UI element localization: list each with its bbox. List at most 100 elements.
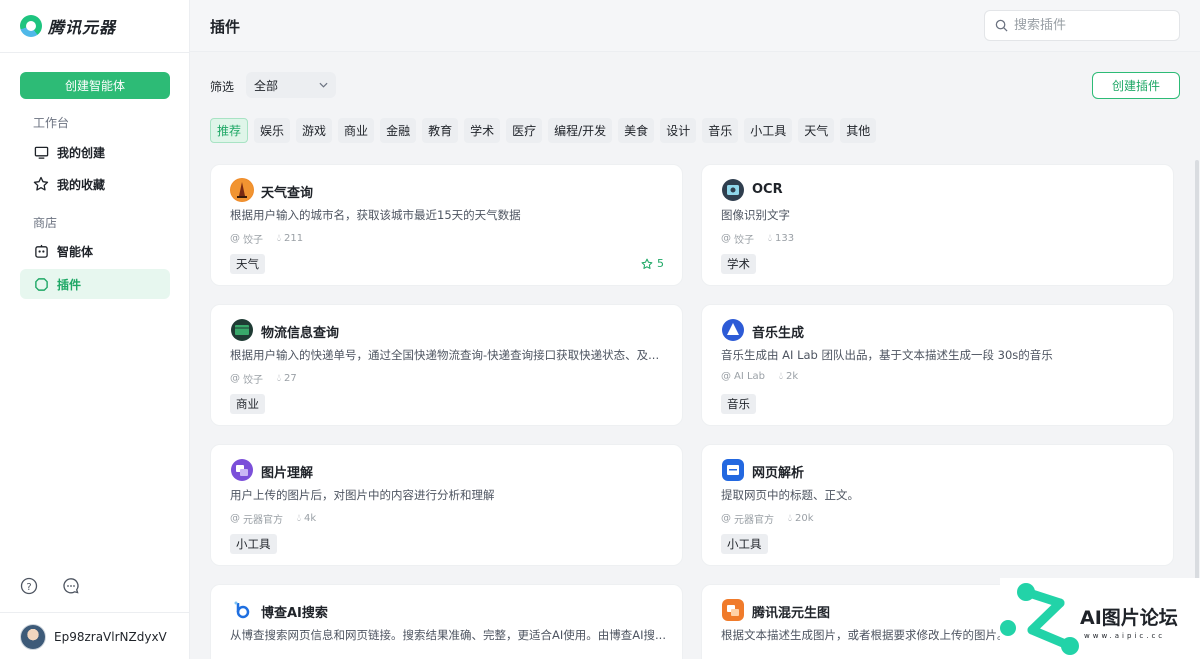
scrollbar[interactable] [1195, 160, 1199, 600]
card-category-tag: 小工具 [230, 534, 277, 554]
at-icon: @ [230, 233, 240, 244]
filter-select[interactable]: 全部 [246, 72, 336, 98]
sidebar: 腾讯元器 创建智能体 工作台 我的创建 我的收藏 商店 智能体 插件 ? Ep9… [0, 0, 190, 659]
card-description: 根据用户输入的快递单号，通过全国快递物流查询-快递查询接口获取快递状态、及... [230, 348, 660, 362]
card-title: OCR [752, 182, 783, 197]
watermark-title: AI图片论坛 [1080, 607, 1178, 629]
card-author: AI Lab [734, 371, 766, 382]
card-description: 根据用户输入的城市名，获取该城市最近15天的天气数据 [230, 208, 521, 222]
flame-icon: 💧︎ [779, 371, 784, 382]
search-box[interactable] [984, 10, 1180, 41]
card-meta: @ AI Lab 💧︎ 2k [721, 371, 798, 382]
image-understanding-icon [230, 458, 254, 482]
tab-games[interactable]: 游戏 [296, 118, 333, 143]
sidebar-item-agents[interactable]: 智能体 [20, 236, 170, 266]
tab-weather[interactable]: 天气 [798, 118, 835, 143]
username: Ep98zraVlrNZdyxV [54, 630, 167, 644]
at-icon: @ [721, 233, 731, 244]
sidebar-item-label: 插件 [57, 277, 82, 292]
plugin-card-ocr[interactable]: OCR 图像识别文字 @ 饺子 💧︎ 133 学术 [701, 164, 1174, 286]
plugin-card-image-understanding[interactable]: 图片理解 用户上传的图片后，对图片中的内容进行分析和理解 @ 元器官方 💧︎ 4k … [210, 444, 683, 566]
card-meta: @ 饺子 💧︎ 133 [721, 231, 794, 246]
card-description: 图像识别文字 [721, 208, 790, 222]
plugin-card-bocha-search[interactable]: 博查AI搜索 从博查搜索网页信息和网页链接。搜索结果准确、完整，更适合AI使用。… [210, 584, 683, 659]
star-icon [641, 258, 653, 269]
avatar [20, 624, 46, 650]
card-category-tag: 小工具 [721, 534, 768, 554]
card-likes: 20k [795, 513, 814, 524]
app-name: 腾讯元器 [48, 18, 117, 37]
weather-tower-icon [230, 178, 254, 202]
divider [0, 612, 190, 613]
flame-icon: 💧︎ [788, 513, 792, 524]
sidebar-item-plugins[interactable]: 插件 [20, 269, 170, 299]
card-author: 元器官方 [734, 515, 774, 526]
watermark: AI图片论坛 www.aipic.cc [1000, 578, 1200, 659]
card-author: 饺子 [243, 235, 263, 246]
app-logo[interactable]: 腾讯元器 [20, 14, 116, 38]
plugin-card-music[interactable]: 音乐生成 音乐生成由 AI Lab 团队出品，基于文本描述生成一段 30s的音乐… [701, 304, 1174, 426]
create-plugin-button[interactable]: 创建插件 [1092, 72, 1180, 99]
tab-finance[interactable]: 金融 [380, 118, 417, 143]
category-tabs: 推荐 娱乐 游戏 商业 金融 教育 学术 医疗 编程/开发 美食 设计 音乐 小… [210, 118, 877, 143]
card-description: 提取网页中的标题、正文。 [721, 488, 859, 502]
card-meta: @ 饺子 💧︎ 27 [230, 371, 297, 386]
tab-other[interactable]: 其他 [840, 118, 877, 143]
hunyuan-image-icon [721, 598, 745, 622]
plugin-icon [33, 276, 49, 292]
feedback-icon[interactable] [62, 577, 80, 595]
section-label-store: 商店 [33, 216, 58, 230]
tab-education[interactable]: 教育 [422, 118, 459, 143]
star-icon [33, 176, 49, 192]
card-likes: 4k [304, 513, 317, 524]
header: 插件 [190, 0, 1200, 52]
card-description: 用户上传的图片后，对图片中的内容进行分析和理解 [230, 488, 495, 502]
tab-design[interactable]: 设计 [660, 118, 697, 143]
card-likes: 211 [284, 233, 304, 244]
web-page-icon [721, 458, 745, 482]
robot-icon [33, 243, 49, 259]
at-icon: @ [721, 513, 731, 524]
page-title: 插件 [210, 18, 241, 36]
card-author: 饺子 [243, 375, 263, 386]
card-title: 天气查询 [261, 186, 314, 201]
sidebar-item-label: 我的创建 [57, 145, 106, 160]
create-agent-button[interactable]: 创建智能体 [20, 72, 170, 99]
flame-icon: 💧︎ [768, 233, 772, 244]
tab-programming[interactable]: 编程/开发 [548, 118, 613, 143]
svg-text:?: ? [26, 582, 31, 593]
tab-medical[interactable]: 医疗 [506, 118, 543, 143]
search-icon [995, 19, 1008, 32]
tab-food[interactable]: 美食 [618, 118, 655, 143]
tab-academic[interactable]: 学术 [464, 118, 501, 143]
card-description: 从博查搜索网页信息和网页链接。搜索结果准确、完整，更适合AI使用。由博查AI搜.… [230, 628, 666, 642]
plugin-card-web-parse[interactable]: 网页解析 提取网页中的标题、正文。 @ 元器官方 💧︎ 20k 小工具 [701, 444, 1174, 566]
sidebar-item-label: 我的收藏 [57, 177, 106, 192]
card-title: 博查AI搜索 [261, 606, 328, 621]
plugin-card-weather[interactable]: 天气查询 根据用户输入的城市名，获取该城市最近15天的天气数据 @ 饺子 💧︎ 21… [210, 164, 683, 286]
watermark-logo-icon [1000, 583, 1079, 655]
card-author: 元器官方 [243, 515, 283, 526]
plugin-card-logistics[interactable]: 物流信息查询 根据用户输入的快递单号，通过全国快递物流查询-快递查询接口获取快递… [210, 304, 683, 426]
filter-selected-value: 全部 [254, 78, 279, 93]
user-profile[interactable]: Ep98zraVlrNZdyxV [20, 624, 167, 650]
card-title: 腾讯混元生图 [752, 606, 831, 621]
sidebar-item-my-creations[interactable]: 我的创建 [20, 137, 170, 167]
tab-entertainment[interactable]: 娱乐 [254, 118, 291, 143]
card-title: 物流信息查询 [261, 326, 340, 341]
card-author: 饺子 [734, 235, 754, 246]
help-icon[interactable]: ? [20, 577, 38, 595]
flame-icon: 💧︎ [277, 233, 281, 244]
search-input[interactable] [1014, 18, 1164, 33]
tab-recommended[interactable]: 推荐 [210, 118, 249, 143]
card-likes: 27 [284, 373, 297, 384]
tab-music[interactable]: 音乐 [702, 118, 739, 143]
card-title: 图片理解 [261, 466, 314, 481]
sidebar-item-my-favorites[interactable]: 我的收藏 [20, 169, 170, 199]
card-category-tag: 音乐 [721, 394, 756, 414]
tab-tools[interactable]: 小工具 [744, 118, 793, 143]
card-title: 网页解析 [752, 466, 805, 481]
tab-business[interactable]: 商业 [338, 118, 375, 143]
card-likes: 133 [775, 233, 795, 244]
favorite-button[interactable]: 5 [641, 257, 664, 270]
